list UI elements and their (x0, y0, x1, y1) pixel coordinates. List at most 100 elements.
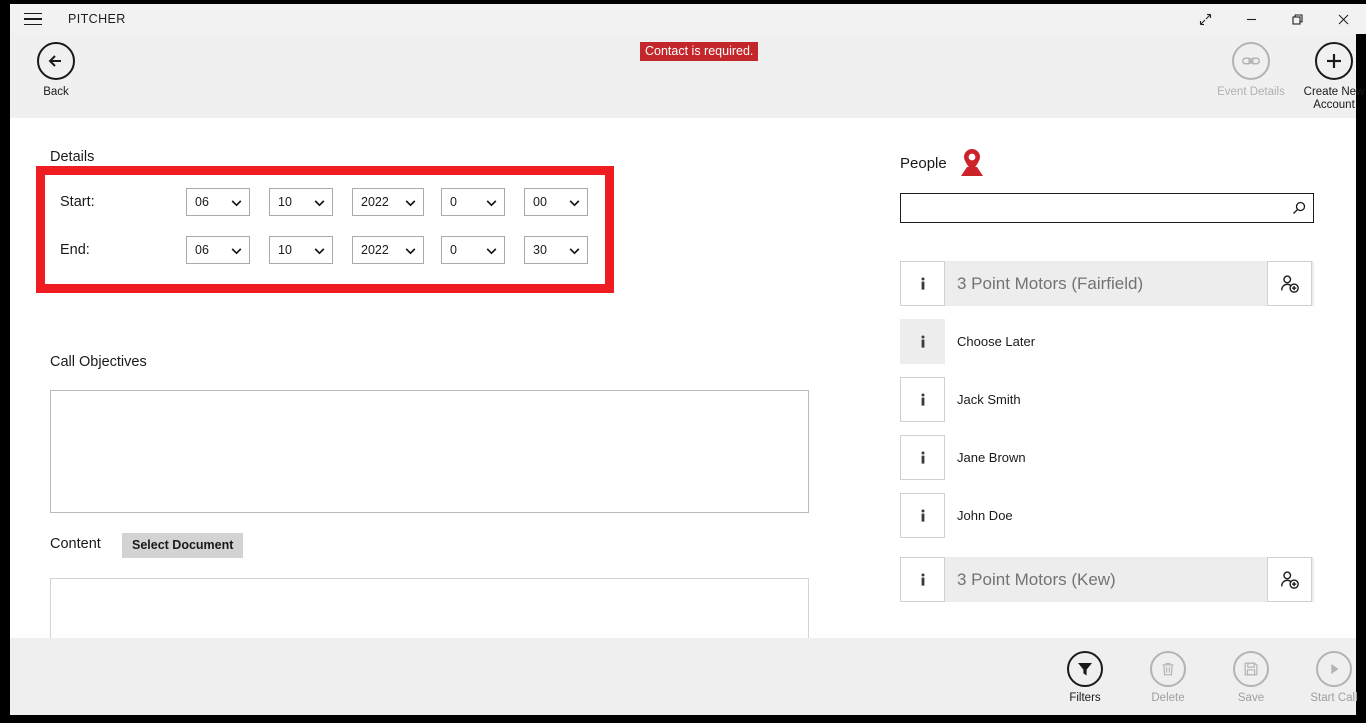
add-person-glyph (1279, 273, 1301, 295)
select-document-button[interactable]: Select Document (122, 533, 243, 558)
start-hour-dropdown[interactable]: 0 (441, 188, 505, 216)
end-hour-dropdown[interactable]: 0 (441, 236, 505, 264)
end-label: End: (60, 242, 90, 258)
list-item[interactable]: Jane Brown (900, 435, 1314, 480)
people-search-bar[interactable] (900, 193, 1314, 223)
create-account-label-line1: Create New (1304, 86, 1365, 98)
start-label: Start: (60, 194, 95, 210)
list-item[interactable]: Jack Smith (900, 377, 1314, 422)
info-icon[interactable] (900, 319, 945, 364)
application-window: PITCHER (0, 0, 1366, 723)
call-objectives-input[interactable] (50, 390, 809, 513)
info-icon[interactable] (900, 377, 945, 422)
save-label: Save (1238, 692, 1264, 704)
close-icon[interactable] (1320, 4, 1366, 34)
end-year-dropdown[interactable]: 2022 (352, 236, 424, 264)
search-icon (1291, 200, 1307, 216)
floppy-disk-icon (1233, 651, 1269, 687)
trash-icon (1150, 651, 1186, 687)
search-button[interactable] (1285, 194, 1313, 222)
people-group-header[interactable]: 3 Point Motors (Kew) (900, 557, 1314, 602)
delete-label: Delete (1151, 692, 1184, 704)
funnel-icon (1067, 651, 1103, 687)
chain-link-icon (1232, 42, 1270, 80)
people-search-input[interactable] (901, 194, 1285, 222)
group-name: 3 Point Motors (Fairfield) (957, 274, 1267, 294)
restore-icon[interactable] (1274, 4, 1320, 34)
add-person-icon[interactable] (1267, 261, 1312, 306)
chevron-down-icon (485, 196, 498, 209)
end-day-dropdown[interactable]: 06 (186, 236, 250, 264)
info-glyph (915, 572, 931, 588)
start-year-dropdown[interactable]: 2022 (352, 188, 424, 216)
chevron-down-icon (313, 244, 326, 257)
chevron-down-icon (230, 244, 243, 257)
chevron-down-icon (404, 244, 417, 257)
expand-arrows-icon[interactable] (1182, 4, 1228, 34)
info-icon[interactable] (900, 261, 945, 306)
chevron-down-icon (568, 196, 581, 209)
end-month-value: 10 (278, 243, 309, 257)
add-person-icon[interactable] (1267, 557, 1312, 602)
start-call-button[interactable]: Start Call (1292, 651, 1366, 704)
minimize-icon[interactable] (1228, 4, 1274, 34)
content-section-label: Content (50, 536, 101, 552)
end-day-value: 06 (195, 243, 226, 257)
person-name: Jane Brown (957, 450, 1026, 465)
info-icon[interactable] (900, 435, 945, 480)
bottom-toolbar: Filters Delete Save (10, 638, 1356, 715)
back-button[interactable]: Back (10, 42, 102, 99)
filters-button[interactable]: Filters (1043, 651, 1127, 704)
delete-button[interactable]: Delete (1126, 651, 1210, 704)
create-account-label-line2: Account (1313, 99, 1355, 111)
call-objectives-label: Call Objectives (50, 354, 147, 370)
play-icon (1316, 651, 1352, 687)
title-bar: PITCHER (10, 4, 1366, 34)
start-month-dropdown[interactable]: 10 (269, 188, 333, 216)
info-icon[interactable] (900, 493, 945, 538)
main-content: Details Start: 06 10 2022 0 (10, 118, 1356, 638)
window-controls (1182, 4, 1366, 34)
start-month-value: 10 (278, 195, 309, 209)
hamburger-menu-icon[interactable] (10, 4, 56, 34)
trash-glyph (1159, 660, 1177, 678)
end-minute-dropdown[interactable]: 30 (524, 236, 588, 264)
content-drop-area[interactable] (50, 578, 809, 638)
info-glyph (915, 334, 931, 350)
chevron-down-icon (313, 196, 326, 209)
people-group-header[interactable]: 3 Point Motors (Fairfield) (900, 261, 1314, 306)
event-details-label: Event Details (1217, 86, 1285, 99)
chevron-down-icon (485, 244, 498, 257)
back-label: Back (43, 86, 69, 99)
back-arrow-icon (37, 42, 75, 80)
info-glyph (915, 392, 931, 408)
add-person-glyph (1279, 569, 1301, 591)
chevron-down-icon (404, 196, 417, 209)
start-day-value: 06 (195, 195, 226, 209)
end-month-dropdown[interactable]: 10 (269, 236, 333, 264)
info-glyph (915, 450, 931, 466)
start-day-dropdown[interactable]: 06 (186, 188, 250, 216)
error-banner: Contact is required. (640, 42, 758, 61)
person-name: Choose Later (957, 334, 1035, 349)
group-name: 3 Point Motors (Kew) (957, 570, 1267, 590)
list-item[interactable]: John Doe (900, 493, 1314, 538)
filters-label: Filters (1069, 692, 1100, 704)
funnel-glyph (1075, 659, 1095, 679)
info-icon[interactable] (900, 557, 945, 602)
list-item[interactable]: Choose Later (900, 319, 1314, 364)
floppy-glyph (1242, 660, 1260, 678)
start-call-label: Start Call (1310, 692, 1357, 704)
start-hour-value: 0 (450, 195, 481, 209)
play-glyph (1325, 660, 1343, 678)
event-details-button[interactable]: Event Details (1205, 42, 1297, 99)
save-button[interactable]: Save (1209, 651, 1293, 704)
info-glyph (915, 508, 931, 524)
end-year-value: 2022 (361, 243, 400, 257)
details-section-label: Details (50, 149, 94, 165)
start-minute-dropdown[interactable]: 00 (524, 188, 588, 216)
chevron-down-icon (230, 196, 243, 209)
create-new-account-button[interactable]: Create New Account (1288, 42, 1366, 112)
command-bar: Contact is required. Back Event Details (10, 34, 1356, 118)
start-minute-value: 00 (533, 195, 564, 209)
